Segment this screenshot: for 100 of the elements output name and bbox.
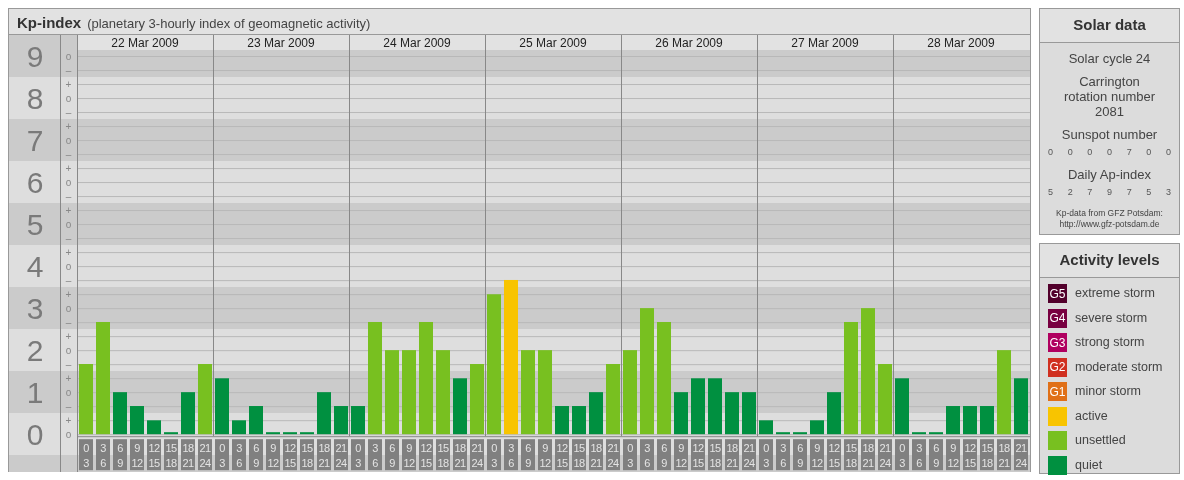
level-label: quiet xyxy=(1075,456,1103,474)
hour-range-label: 12 15 xyxy=(963,439,977,471)
minor-axis-label: + xyxy=(65,372,72,384)
ap-index-value: 9 xyxy=(1106,186,1112,199)
x-tick-label: 6 9 xyxy=(933,442,940,470)
hour-range-label: 12 15 xyxy=(827,439,841,471)
axis-label: 5 xyxy=(26,207,44,241)
minor-axis-label: – xyxy=(65,274,72,286)
minor-axis-label: o xyxy=(65,386,72,398)
hour-range-label: 21 24 xyxy=(606,439,620,471)
minor-axis-label: o xyxy=(65,260,72,272)
level-swatch: G5 xyxy=(1048,284,1067,304)
axis-label: 6 xyxy=(26,165,44,199)
carrington-rotation-text: Carrington rotation number 2081 xyxy=(1062,73,1157,119)
hour-range-label: 21 24 xyxy=(878,439,892,471)
hour-range-label: 15 18 xyxy=(844,439,858,471)
hour-range-label: 9 12 xyxy=(402,439,416,471)
hour-range-label: 9 12 xyxy=(130,439,144,471)
hour-range-label: 18 21 xyxy=(453,439,467,471)
hour-range-label: 0 3 xyxy=(759,439,773,471)
hour-range-label: 9 12 xyxy=(538,439,552,471)
minor-axis-label: – xyxy=(65,190,72,202)
axis-label: 2 xyxy=(26,333,44,367)
hour-range-label: 12 15 xyxy=(147,439,161,471)
level-swatch: G4 xyxy=(1048,308,1067,328)
hour-range-label: 18 21 xyxy=(317,439,331,471)
hour-range-label: 3 6 xyxy=(368,439,382,471)
minor-axis-label: + xyxy=(65,78,72,90)
hour-range-label: 3 6 xyxy=(776,439,790,471)
minor-axis-label: – xyxy=(65,232,72,244)
level-swatch: G3 xyxy=(1048,333,1067,353)
ap-index-value: 7 xyxy=(1087,186,1093,199)
hour-range-label: 21 24 xyxy=(742,439,756,471)
level-label: severe storm xyxy=(1075,309,1148,327)
date-label: 22 Mar 2009 xyxy=(111,36,179,50)
chart-subtitle: (planetary 3-hourly index of geomagnetic activity) xyxy=(87,16,371,31)
hour-range-label: 0 3 xyxy=(79,439,93,471)
level-label: strong storm xyxy=(1075,334,1145,352)
sunspot-value: 0 xyxy=(1106,145,1112,159)
hour-range-label: 18 21 xyxy=(589,439,603,471)
minor-axis-label: + xyxy=(65,288,72,300)
hour-range-label: 0 3 xyxy=(215,439,229,471)
x-tick-label: 6 9 xyxy=(525,442,532,470)
date-label: 23 Mar 2009 xyxy=(247,36,315,50)
x-tick-label: 3 6 xyxy=(236,442,243,470)
x-tick-label: 0 3 xyxy=(627,442,634,470)
date-label: 27 Mar 2009 xyxy=(791,36,859,50)
sunspot-value: 0 xyxy=(1067,145,1073,159)
hour-range-label: 9 12 xyxy=(266,439,280,471)
hour-range-label: 15 18 xyxy=(436,439,450,471)
level-label: minor storm xyxy=(1075,383,1141,401)
level-label: unsettled xyxy=(1075,432,1126,450)
ap-index-value: 3 xyxy=(1165,186,1171,199)
hour-range-label: 0 3 xyxy=(623,439,637,471)
section-label: Daily Ap-index xyxy=(1066,167,1153,182)
minor-axis-label: – xyxy=(65,148,72,160)
axis-label: 0 xyxy=(26,417,44,451)
minor-axis-label: + xyxy=(65,330,72,342)
axis-label: 1 xyxy=(26,375,44,409)
hour-range-label: 18 21 xyxy=(725,439,739,471)
ap-index-value: 7 xyxy=(1126,186,1132,199)
level-label: active xyxy=(1075,407,1108,425)
hour-range-label: 15 18 xyxy=(300,439,314,471)
minor-axis-label: o xyxy=(65,428,72,440)
source-url: http://www.gfz-potsdam.de xyxy=(1058,218,1161,230)
hour-range-label: 6 9 xyxy=(113,439,127,471)
hour-range-label: 0 3 xyxy=(895,439,909,471)
hour-range-label: 21 24 xyxy=(470,439,484,471)
hour-range-label: 9 12 xyxy=(946,439,960,471)
level-label: extreme storm xyxy=(1075,285,1155,303)
date-label: 28 Mar 2009 xyxy=(927,36,995,50)
hour-range-label: 6 9 xyxy=(385,439,399,471)
sunspot-value: 0 xyxy=(1146,145,1152,159)
panel-title: Solar data xyxy=(1040,9,1179,43)
hour-range-label: 15 18 xyxy=(708,439,722,471)
x-tick-label: 3 6 xyxy=(100,442,107,470)
minor-axis-label: + xyxy=(65,204,72,216)
axis-label: 7 xyxy=(26,123,44,157)
solar-cycle-text: Solar cycle 24 xyxy=(1067,50,1152,66)
ap-index-value: 2 xyxy=(1067,186,1073,199)
axis-label: 8 xyxy=(26,81,44,115)
hour-range-label: 15 18 xyxy=(572,439,586,471)
minor-axis-label: o xyxy=(65,50,72,62)
hour-range-label: 6 9 xyxy=(929,439,943,471)
date-label: 25 Mar 2009 xyxy=(519,36,587,50)
ap-index-value: 5 xyxy=(1048,186,1053,199)
x-tick-label: 3 6 xyxy=(916,442,923,470)
level-label: moderate storm xyxy=(1075,358,1163,376)
hour-range-label: 18 21 xyxy=(181,439,195,471)
minor-axis-label: – xyxy=(65,358,72,370)
x-tick-label: 6 9 xyxy=(253,442,260,470)
x-tick-label: 0 3 xyxy=(355,442,362,470)
minor-axis-label: + xyxy=(65,120,72,132)
hour-range-label: 15 18 xyxy=(980,439,994,471)
hour-range-label: 12 15 xyxy=(555,439,569,471)
minor-axis-label: – xyxy=(65,64,72,76)
minor-axis-label: – xyxy=(65,400,72,412)
x-tick-label: 0 3 xyxy=(219,442,226,470)
x-tick-label: 0 3 xyxy=(899,442,906,470)
minor-axis-label: o xyxy=(65,92,72,104)
